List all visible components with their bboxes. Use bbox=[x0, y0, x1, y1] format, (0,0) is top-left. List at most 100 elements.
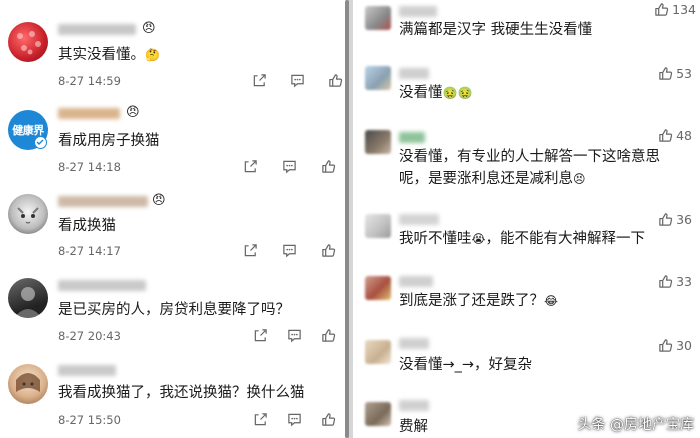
verified-icon bbox=[34, 136, 47, 149]
share-icon[interactable] bbox=[252, 73, 267, 88]
username-blurred[interactable] bbox=[399, 68, 429, 79]
username-blurred[interactable] bbox=[58, 196, 148, 207]
thumbs-up-icon bbox=[655, 3, 669, 16]
comment-item: 健康界 😠 看成用房子换猫 8-27 14:18 bbox=[0, 92, 347, 184]
avatar-image bbox=[17, 31, 41, 55]
avatar[interactable] bbox=[365, 130, 391, 154]
avatar[interactable] bbox=[8, 278, 48, 318]
comment-item: 没看懂→_→，好复杂 30 bbox=[353, 330, 700, 394]
thumbs-up-icon[interactable] bbox=[321, 412, 336, 427]
emoji-sick-icon: 🤢🤢 bbox=[442, 86, 473, 100]
comment-text: 费解 bbox=[399, 419, 428, 435]
like-button[interactable]: 36 bbox=[658, 212, 692, 227]
user-badge-icon: 😠 bbox=[152, 193, 166, 208]
avatar[interactable] bbox=[8, 364, 48, 404]
emoji-thinking-icon: 🤔 bbox=[145, 48, 160, 62]
comment-item: 我看成换猫了，我还说换猫？换什么猫 8-27 15:50 bbox=[0, 354, 347, 438]
username-blurred[interactable] bbox=[399, 276, 433, 287]
avatar[interactable] bbox=[365, 66, 391, 90]
comment-icon[interactable] bbox=[282, 159, 297, 174]
like-count: 36 bbox=[676, 212, 692, 227]
like-button[interactable]: 48 bbox=[658, 128, 692, 143]
like-button[interactable]: 30 bbox=[658, 338, 692, 353]
like-count: 134 bbox=[672, 2, 696, 17]
comment-icon[interactable] bbox=[287, 328, 302, 343]
comment-time: 8-27 14:17 bbox=[58, 244, 121, 258]
comment-text: 满篇都是汉字 我硬生生没看懂 bbox=[399, 22, 593, 38]
thumbs-up-icon[interactable] bbox=[321, 243, 336, 258]
emoji-crying-icon: 😭 bbox=[471, 232, 486, 246]
thumbs-up-icon[interactable] bbox=[321, 159, 336, 174]
comment-text-line2: 呢，是要涨利息还是减利息😣 bbox=[399, 171, 586, 187]
comment-time: 8-27 14:59 bbox=[58, 74, 121, 88]
user-badge-icon: 😠 bbox=[126, 105, 140, 120]
like-count: 33 bbox=[676, 274, 692, 289]
comment-item: 我听不懂哇😭，能不能有大神解释一下 36 bbox=[353, 206, 700, 266]
comment-text: 其实没看懂。🤔 bbox=[58, 47, 160, 63]
comment-item: 😠 其实没看懂。🤔 8-27 14:59 bbox=[0, 0, 347, 92]
avatar-image bbox=[14, 287, 42, 318]
comment-text-line1: 没看懂，有专业的人士解答一下这啥意思 bbox=[399, 149, 660, 165]
user-badge-icon: 😠 bbox=[142, 21, 156, 36]
comment-time: 8-27 20:43 bbox=[58, 329, 121, 343]
comment-time: 8-27 15:50 bbox=[58, 413, 121, 427]
avatar[interactable] bbox=[365, 6, 391, 30]
username-blurred[interactable] bbox=[58, 108, 120, 119]
like-count: 48 bbox=[676, 128, 692, 143]
comment-time: 8-27 14:18 bbox=[58, 160, 121, 174]
share-icon[interactable] bbox=[253, 412, 268, 427]
comment-text: 到底是涨了还是跌了？😂 bbox=[399, 293, 559, 309]
comment-item: 是已买房的人，房贷利息要降了吗？ 8-27 20:43 bbox=[0, 272, 347, 354]
username-blurred[interactable] bbox=[399, 338, 429, 349]
comment-text: 看成用房子换猫 bbox=[58, 133, 160, 149]
like-button[interactable]: 53 bbox=[658, 66, 692, 81]
comment-text: 没看懂🤢🤢 bbox=[399, 85, 473, 101]
emoji-laughing-icon: 😂 bbox=[544, 294, 559, 308]
comment-icon[interactable] bbox=[282, 243, 297, 258]
comment-item: 没看懂，有专业的人士解答一下这啥意思 呢，是要涨利息还是减利息😣 48 bbox=[353, 120, 700, 206]
avatar[interactable] bbox=[365, 276, 391, 300]
username-blurred[interactable] bbox=[58, 280, 146, 291]
thumbs-up-icon bbox=[659, 339, 673, 352]
avatar[interactable] bbox=[365, 402, 391, 426]
comment-item: 到底是涨了还是跌了？😂 33 bbox=[353, 266, 700, 330]
thumbs-up-icon bbox=[659, 67, 673, 80]
share-icon[interactable] bbox=[253, 328, 268, 343]
thumbs-up-icon bbox=[659, 275, 673, 288]
thumbs-up-icon[interactable] bbox=[321, 328, 336, 343]
username-blurred[interactable] bbox=[399, 400, 429, 411]
like-button[interactable]: 33 bbox=[658, 274, 692, 289]
comment-text: 看成换猫 bbox=[58, 218, 116, 234]
username-blurred[interactable] bbox=[58, 24, 136, 35]
left-comment-panel: 😠 其实没看懂。🤔 8-27 14:59 健康界 😠 看成用房子换猫 8-27 … bbox=[0, 0, 347, 438]
avatar-image bbox=[16, 373, 40, 392]
avatar[interactable] bbox=[365, 214, 391, 238]
comment-item: 满篇都是汉字 我硬生生没看懂 134 bbox=[353, 0, 700, 58]
avatar[interactable] bbox=[8, 194, 48, 234]
thumbs-up-icon bbox=[659, 213, 673, 226]
username-blurred[interactable] bbox=[399, 6, 437, 17]
avatar[interactable] bbox=[8, 22, 48, 62]
comment-text: 我听不懂哇😭，能不能有大神解释一下 bbox=[399, 231, 646, 247]
thumbs-up-icon bbox=[659, 129, 673, 142]
thumbs-up-icon[interactable] bbox=[328, 73, 343, 88]
share-icon[interactable] bbox=[243, 243, 258, 258]
username-blurred[interactable] bbox=[399, 132, 425, 143]
comment-text: 我看成换猫了，我还说换猫？换什么猫 bbox=[58, 385, 305, 401]
emoji-frustrated-icon: 😣 bbox=[573, 172, 586, 186]
comment-text: 是已买房的人，房贷利息要降了吗？ bbox=[58, 302, 290, 318]
comment-icon[interactable] bbox=[287, 412, 302, 427]
avatar[interactable] bbox=[365, 340, 391, 364]
avatar-image bbox=[17, 207, 39, 224]
watermark-text: 头条 @房地产宝库 bbox=[577, 417, 694, 433]
comment-item: 没看懂🤢🤢 53 bbox=[353, 58, 700, 120]
comment-text: 没看懂→_→，好复杂 bbox=[399, 357, 533, 373]
comment-icon[interactable] bbox=[290, 73, 305, 88]
share-icon[interactable] bbox=[243, 159, 258, 174]
comment-item: 😠 看成换猫 8-27 14:17 bbox=[0, 184, 347, 272]
like-count: 53 bbox=[676, 66, 692, 81]
like-button[interactable]: 134 bbox=[654, 2, 696, 17]
username-blurred[interactable] bbox=[399, 214, 439, 225]
username-blurred[interactable] bbox=[58, 365, 116, 376]
scrollbar[interactable] bbox=[345, 0, 349, 438]
